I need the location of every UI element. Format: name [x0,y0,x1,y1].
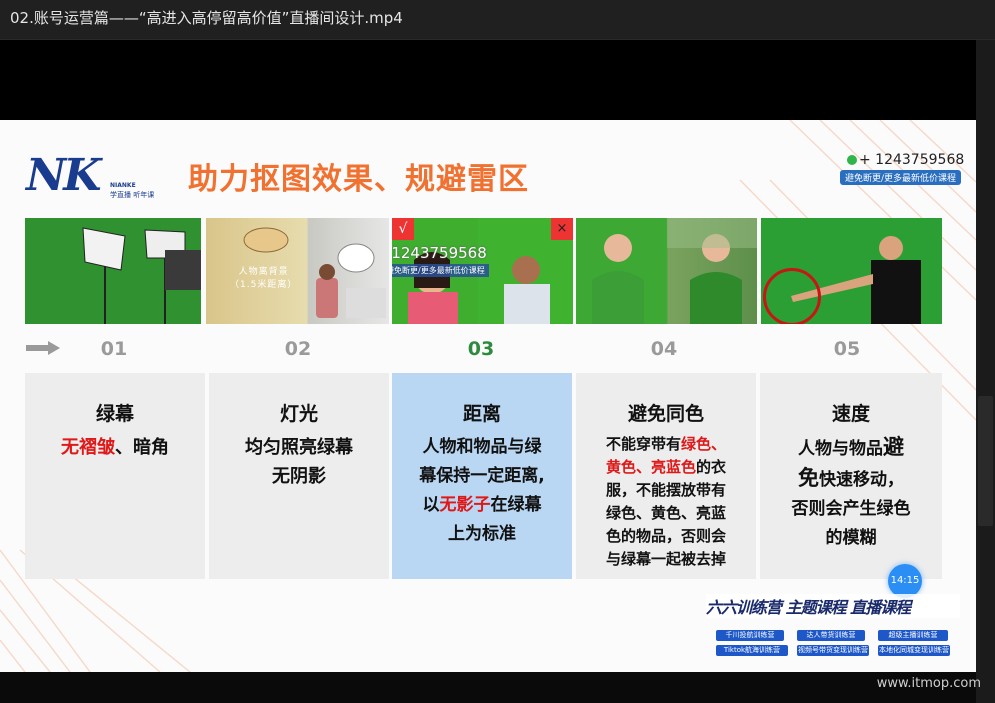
contact-note: 避免断更/更多最新低价课程 [840,170,962,185]
tip-card-speed: 速度 人物与物品避 免快速移动， 否则会产生绿色 的模糊 [760,373,942,579]
card-body: 无褶皱、暗角 [61,437,169,458]
slide-title: 助力抠图效果、规避雷区 [188,162,529,197]
logo-mark: NK [26,150,101,201]
step-number-05: 05 [833,338,861,360]
green-shirt-illustration [592,218,757,324]
card-body: 均匀照亮绿幕 无阴影 [245,437,353,487]
step-number-04: 04 [650,338,678,360]
step-number-01: 01 [100,338,128,360]
wechat-icon [847,155,857,165]
scrollbar[interactable] [976,40,995,703]
window-title: 02.账号运营篇——“高进入高停留高价值”直播间设计.mp4 [10,9,403,27]
card-title: 距离 [462,403,501,425]
course-badge: 超级主播训练营 [878,630,948,641]
site-watermark: www.itmop.com [876,676,981,691]
card-title: 绿幕 [95,403,134,425]
softbox-lights-illustration [25,218,201,324]
card-title: 避免同色 [627,403,704,425]
contact-phone: + 1243759568 [845,152,964,168]
blur-highlight-circle [763,268,821,324]
tip-card-avoid-same-color: 避免同色 不能穿带有绿色、 黄色、亮蓝色的衣 服，不能摆放带有 绿色、黄色、亮蓝 色的物… [576,373,756,579]
step-number-03: 03 [467,338,495,360]
course-badge: 达人带货训练营 [797,630,865,641]
logo-brand: NIANKE [110,182,136,189]
tip-card-green-screen: 绿幕 无褶皱、暗角 [25,373,205,579]
course-badge: 千川投航训练营 [716,630,784,641]
photo-speed-blur [761,218,942,324]
photo-avoid-same-color [576,218,757,324]
photo-distance-compare: √ × + 1243759568 避免断更/更多最新低价课程 [392,218,573,324]
card-title: 速度 [831,403,870,425]
card-title: 灯光 [279,403,318,425]
cross-mark-icon: × [551,218,573,240]
distance-caption-line2: （1.5米距离） [230,280,298,290]
scrollbar-thumb[interactable] [978,396,993,526]
timer-badge: 14:15 [888,564,922,598]
overlay-note-watermark: 避免断更/更多最新低价课程 [392,264,489,277]
nianke-logo: NK NIANKE 学直播 听年课 [26,152,156,202]
photo-lighting-distance: 人物离背景 （1.5米距离） [206,218,389,324]
arrow-right-icon [26,341,60,355]
card-body: 人物与物品避 免快速移动， 否则会产生绿色 的模糊 [791,435,911,548]
tip-card-distance: 距离 人物和物品与绿 幕保持一定距离, 以无影子在绿幕 上为标准 [392,373,572,579]
photo-green-screen-lights [25,218,201,324]
course-badge: Tiktok航海训练营 [716,645,788,656]
distance-caption: 人物离背景 （1.5米距离） [230,266,297,292]
window-title-bar: 02.账号运营篇——“高进入高停留高价值”直播间设计.mp4 [0,0,995,40]
distance-caption-line1: 人物离背景 [238,267,289,277]
course-banner-title: 六六训练营 主题课程 直播课程 [706,594,960,618]
tip-card-lighting: 灯光 均匀照亮绿幕 无阴影 [209,373,389,579]
course-badge: 本地化同城变现训练营 [878,645,950,656]
course-badge: 视频号带货变现训练营 [797,645,869,656]
step-number-02: 02 [284,338,312,360]
letterbox-top [0,40,976,120]
check-mark-icon: √ [392,218,414,240]
contact-phone-text: + 1243759568 [859,152,965,168]
video-frame-slide[interactable]: NK NIANKE 学直播 听年课 助力抠图效果、规避雷区 + 12437595… [0,120,976,672]
course-banner: 六六训练营 主题课程 直播课程 [706,594,960,620]
overlay-phone-watermark: + 1243759568 [392,244,487,262]
logo-slogan: 学直播 听年课 [110,191,155,199]
card-body: 人物和物品与绿 幕保持一定距离, 以无影子在绿幕 上为标准 [419,437,545,544]
card-body: 不能穿带有绿色、 黄色、亮蓝色的衣 服，不能摆放带有 绿色、黄色、亮蓝 色的物品，否则会… [605,435,727,568]
letterbox-bottom [0,672,976,703]
